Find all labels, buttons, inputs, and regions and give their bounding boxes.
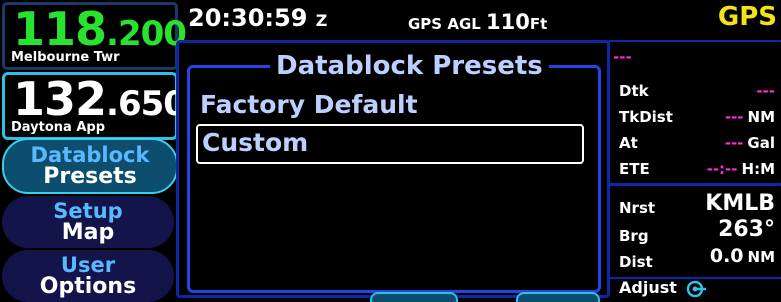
softkey-line2: Presets <box>43 164 137 189</box>
nav-source-indicator[interactable]: GPS <box>718 2 777 32</box>
at-value: --- Gal <box>724 134 775 152</box>
ete-label: ETE <box>619 160 650 178</box>
adjust-label: Adjust <box>619 278 677 297</box>
knob-icon <box>686 280 706 298</box>
dist-value: 0.0 NM <box>709 245 775 267</box>
nrst-value: KMLB <box>705 191 775 216</box>
tkdist-label: TkDist <box>619 108 673 126</box>
user-options-button[interactable]: User Options <box>2 250 174 302</box>
datablock-presets-button[interactable]: Datablock Presets <box>2 138 178 194</box>
tkdist-value: --- NM <box>724 108 775 126</box>
preset-factory-default[interactable]: Factory Default <box>196 88 580 122</box>
dist-label: Dist <box>619 253 653 271</box>
softkey-line1: Datablock <box>30 143 150 167</box>
nearest-block: Nrst KMLB Brg 263° Dist 0.0 NM <box>607 183 781 279</box>
dtk-value: --- <box>756 82 775 100</box>
softkey-line1: User <box>60 253 116 277</box>
brg-label: Brg <box>619 227 649 245</box>
standby-frequency-box[interactable]: 132.650 Daytona App <box>2 72 187 140</box>
bottom-tab[interactable] <box>516 292 600 302</box>
gps-agl-readout: GPS AGL 110Ft <box>408 10 548 34</box>
softkey-line2: Options <box>39 274 137 299</box>
adjust-bar[interactable]: Adjust <box>607 276 779 302</box>
nrst-label: Nrst <box>619 199 656 217</box>
at-label: At <box>619 134 638 152</box>
active-frequency-label: Melbourne Twr <box>11 50 120 65</box>
clock: 20:30:59 Z <box>188 4 328 32</box>
brg-value: 263° <box>718 217 775 242</box>
main-panel: Datablock Presets Factory Default Custom <box>176 40 610 298</box>
softkey-line1: Setup <box>53 199 123 223</box>
flight-data-block: --- Dtk --- TkDist --- NM At --- Gal ETE -… <box>607 40 781 186</box>
active-frequency-box[interactable]: 118.200 Melbourne Twr <box>2 2 187 70</box>
bottom-tab[interactable] <box>370 292 458 302</box>
setup-map-button[interactable]: Setup Map <box>2 196 174 248</box>
datablock-presets-dialog: Datablock Presets Factory Default Custom <box>187 51 601 293</box>
dialog-title: Datablock Presets <box>270 51 549 81</box>
softkey-line2: Map <box>61 220 115 245</box>
standby-frequency-label: Daytona App <box>11 120 106 135</box>
ete-value: --:-- H:M <box>706 160 775 178</box>
dtk-label: Dtk <box>619 82 649 100</box>
preset-custom[interactable]: Custom <box>196 124 584 164</box>
waypoint-id: --- <box>613 48 632 66</box>
header-bar: 20:30:59 Z GPS AGL 110Ft GPS <box>178 0 781 40</box>
